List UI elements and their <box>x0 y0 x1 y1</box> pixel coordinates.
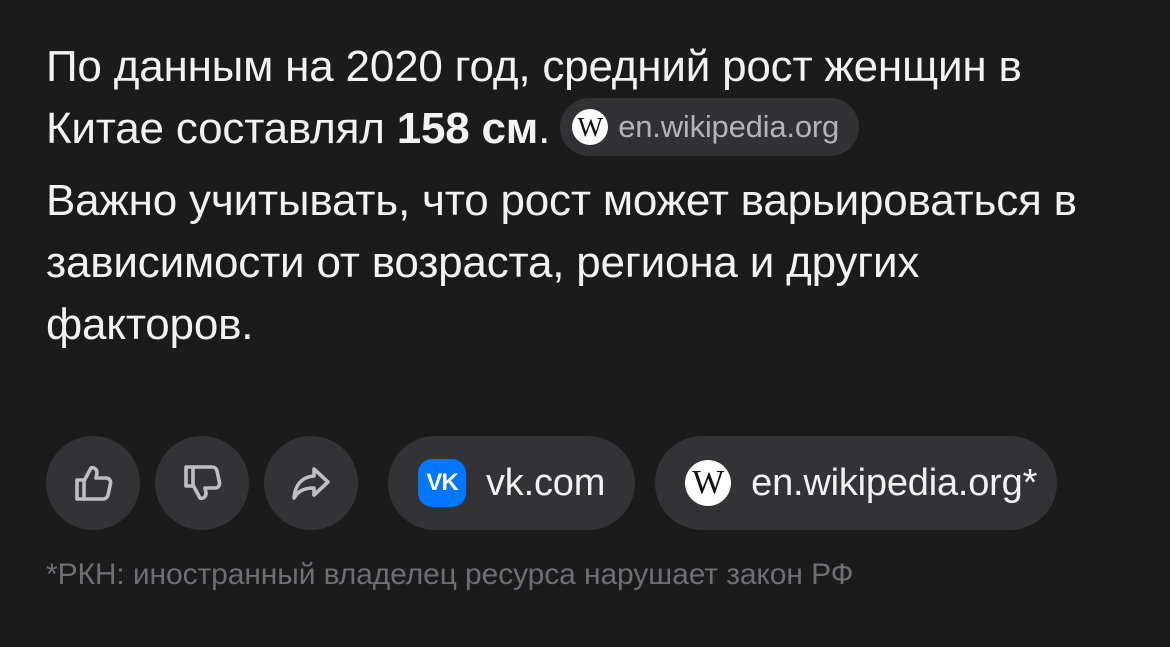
answer-block: По данным на 2020 год, средний рост женщ… <box>46 36 1136 356</box>
action-bar: VK vk.com W en.wikipedia.org* <box>46 436 1058 530</box>
answer-text-end: . <box>538 104 551 153</box>
dislike-button[interactable] <box>155 436 249 530</box>
answer-highlight-value: 158 см <box>396 104 539 153</box>
wikipedia-icon: W <box>572 109 609 146</box>
source-chip-wikipedia[interactable]: W en.wikipedia.org* <box>655 436 1058 530</box>
vk-icon: VK <box>418 459 466 507</box>
wikipedia-icon: W <box>685 460 732 506</box>
inline-source-label: en.wikipedia.org <box>618 109 840 145</box>
thumbs-down-icon <box>184 465 222 501</box>
like-button[interactable] <box>46 436 140 530</box>
thumbs-up-icon <box>75 465 113 501</box>
inline-source-chip[interactable]: Wen.wikipedia.org <box>560 98 860 157</box>
share-icon <box>292 467 330 500</box>
share-button[interactable] <box>264 436 358 530</box>
answer-paragraph-2: Важно учитывать, что рост может варьиров… <box>46 176 1077 350</box>
source-label-wikipedia: en.wikipedia.org* <box>751 461 1038 504</box>
source-label-vk: vk.com <box>486 461 606 504</box>
source-chip-vk[interactable]: VK vk.com <box>388 436 636 530</box>
footnote: *РКН: иностранный владелец ресурса наруш… <box>46 558 854 591</box>
answer-paragraph-1: По данным на 2020 год, средний рост женщ… <box>46 36 1136 160</box>
